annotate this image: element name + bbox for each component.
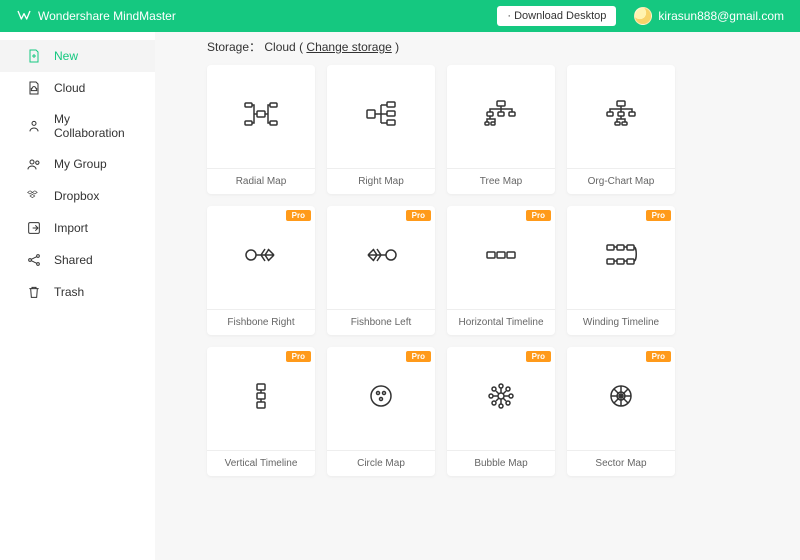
sidebar-item-label: New xyxy=(54,49,78,63)
template-thumb xyxy=(447,206,555,310)
sidebar-item-dropbox[interactable]: Dropbox xyxy=(0,180,155,212)
pro-badge: Pro xyxy=(526,210,551,221)
sidebar-item-trash[interactable]: Trash xyxy=(0,276,155,308)
right-map-icon xyxy=(363,98,399,135)
bubble-map-icon xyxy=(483,380,519,417)
template-card[interactable]: Pro Fishbone Left xyxy=(327,206,435,335)
avatar xyxy=(634,7,652,25)
template-label: Sector Map xyxy=(567,451,675,476)
sidebar-item-label: My Group xyxy=(54,157,107,171)
sidebar-item-shared[interactable]: Shared xyxy=(0,244,155,276)
sidebar-item-new[interactable]: New xyxy=(0,40,155,72)
user-account[interactable]: kirasun888@gmail.com xyxy=(634,7,784,25)
template-label: Vertical Timeline xyxy=(207,451,315,476)
template-label: Bubble Map xyxy=(447,451,555,476)
topbar: Wondershare MindMaster · Download Deskto… xyxy=(0,0,800,32)
pro-badge: Pro xyxy=(406,210,431,221)
change-storage-link[interactable]: Change storage xyxy=(306,40,391,54)
vertical-timeline-icon xyxy=(243,380,279,417)
template-thumb xyxy=(207,347,315,451)
template-card[interactable]: Pro Bubble Map xyxy=(447,347,555,476)
sidebar-item-label: Cloud xyxy=(54,81,85,95)
template-label: Tree Map xyxy=(447,169,555,194)
circle-map-icon xyxy=(363,380,399,417)
pro-badge: Pro xyxy=(406,351,431,362)
sidebar-item-cloud[interactable]: Cloud xyxy=(0,72,155,104)
template-thumb xyxy=(207,206,315,310)
winding-timeline-icon xyxy=(603,239,639,276)
template-card[interactable]: Pro Horizontal Timeline xyxy=(447,206,555,335)
template-label: Fishbone Right xyxy=(207,310,315,335)
template-label: Right Map xyxy=(327,169,435,194)
sidebar-item-label: Trash xyxy=(54,285,84,299)
storage-location: Cloud xyxy=(264,40,295,54)
template-card[interactable]: Pro Circle Map xyxy=(327,347,435,476)
sector-map-icon xyxy=(603,380,639,417)
pro-badge: Pro xyxy=(286,210,311,221)
template-thumb xyxy=(327,65,435,169)
tree-map-icon xyxy=(483,98,519,135)
radial-map-icon xyxy=(243,98,279,135)
storage-prefix: Storage： xyxy=(207,40,261,54)
fishbone-right-icon xyxy=(243,239,279,276)
app-logo-icon xyxy=(16,7,32,26)
download-desktop-button[interactable]: · Download Desktop xyxy=(497,6,616,26)
template-card[interactable]: Pro Sector Map xyxy=(567,347,675,476)
user-email: kirasun888@gmail.com xyxy=(658,9,784,23)
app-logo: Wondershare MindMaster xyxy=(16,7,176,26)
template-thumb xyxy=(447,65,555,169)
group-icon xyxy=(26,156,42,172)
template-thumb xyxy=(567,206,675,310)
collab-icon xyxy=(26,118,42,134)
cloud-icon xyxy=(26,80,42,96)
sidebar-item-group[interactable]: My Group xyxy=(0,148,155,180)
template-thumb xyxy=(207,65,315,169)
template-thumb xyxy=(327,347,435,451)
horizontal-timeline-icon xyxy=(483,239,519,276)
template-grid: Radial Map Right Map Tree Map Org-Chart Map… xyxy=(207,65,776,476)
storage-line: Storage： Cloud ( Change storage ) xyxy=(207,38,776,55)
sidebar-item-import[interactable]: Import xyxy=(0,212,155,244)
template-label: Radial Map xyxy=(207,169,315,194)
import-icon xyxy=(26,220,42,236)
app-name: Wondershare MindMaster xyxy=(38,9,176,23)
sidebar-item-label: Shared xyxy=(54,253,93,267)
template-label: Horizontal Timeline xyxy=(447,310,555,335)
sidebar-item-collaboration[interactable]: My Collaboration xyxy=(0,104,155,148)
pro-badge: Pro xyxy=(646,210,671,221)
pro-badge: Pro xyxy=(646,351,671,362)
sidebar-item-label: My Collaboration xyxy=(54,112,141,140)
template-card[interactable]: Radial Map xyxy=(207,65,315,194)
sidebar-item-label: Import xyxy=(54,221,88,235)
dropbox-icon xyxy=(26,188,42,204)
template-card[interactable]: Tree Map xyxy=(447,65,555,194)
new-file-icon xyxy=(26,48,42,64)
template-label: Fishbone Left xyxy=(327,310,435,335)
template-label: Circle Map xyxy=(327,451,435,476)
content-area: Storage： Cloud ( Change storage ) Radial… xyxy=(155,32,800,560)
template-card[interactable]: Org-Chart Map xyxy=(567,65,675,194)
pro-badge: Pro xyxy=(526,351,551,362)
trash-icon xyxy=(26,284,42,300)
pro-badge: Pro xyxy=(286,351,311,362)
template-card[interactable]: Pro Vertical Timeline xyxy=(207,347,315,476)
template-thumb xyxy=(447,347,555,451)
template-thumb xyxy=(567,347,675,451)
share-icon xyxy=(26,252,42,268)
template-card[interactable]: Pro Winding Timeline xyxy=(567,206,675,335)
org-chart-icon xyxy=(603,98,639,135)
sidebar-item-label: Dropbox xyxy=(54,189,99,203)
fishbone-left-icon xyxy=(363,239,399,276)
template-label: Winding Timeline xyxy=(567,310,675,335)
sidebar: New Cloud My Collaboration My Group Drop… xyxy=(0,32,155,560)
template-card[interactable]: Pro Fishbone Right xyxy=(207,206,315,335)
template-card[interactable]: Right Map xyxy=(327,65,435,194)
template-label: Org-Chart Map xyxy=(567,169,675,194)
template-thumb xyxy=(567,65,675,169)
template-thumb xyxy=(327,206,435,310)
